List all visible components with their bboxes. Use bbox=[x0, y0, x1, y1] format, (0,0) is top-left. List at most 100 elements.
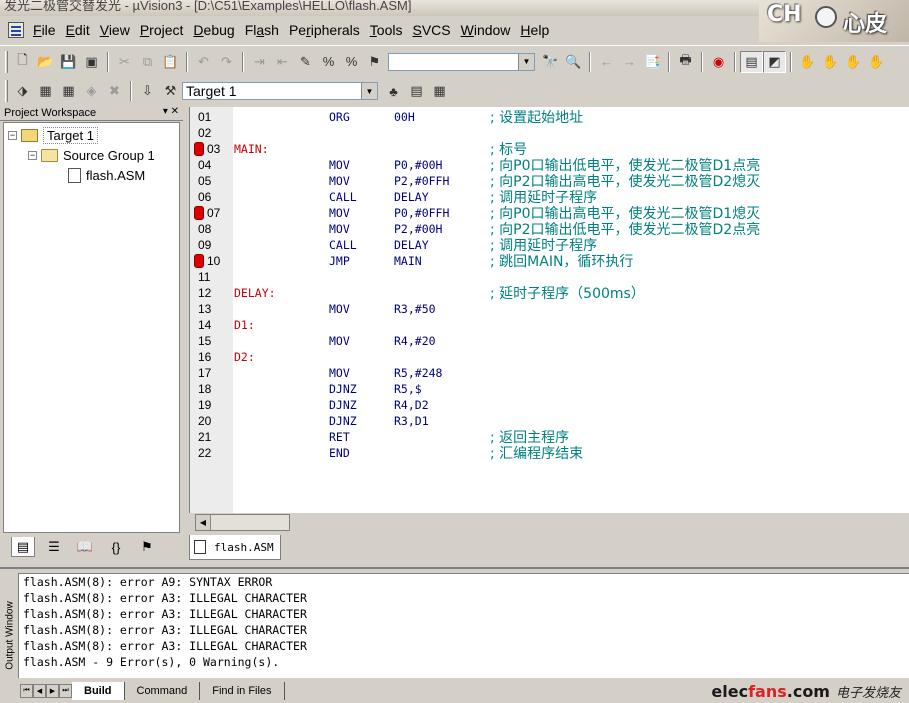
tree-item-file[interactable]: flash.ASM bbox=[68, 166, 145, 184]
line-number: 09 bbox=[198, 238, 212, 252]
prev-tab-icon[interactable]: ◀ bbox=[33, 684, 46, 698]
paste-icon[interactable]: 📋 bbox=[159, 51, 182, 73]
target-options-icon[interactable]: ⚒ bbox=[159, 80, 182, 102]
collapse-icon[interactable]: − bbox=[8, 130, 17, 140]
breakpoint-icon[interactable] bbox=[194, 142, 204, 156]
menu-file[interactable]: File bbox=[28, 22, 61, 38]
code-editor[interactable]: 01 ORG 00H; 设置起始地址 02 03 MAIN:; 标号 04 MOV P0,#00… bbox=[189, 107, 909, 513]
breakpoint-icon[interactable] bbox=[194, 206, 204, 220]
first-tab-icon[interactable]: ⏮ bbox=[20, 684, 33, 698]
workspace-controls[interactable]: ▾ ✕ bbox=[163, 106, 179, 117]
tree-item-target[interactable]: − Target 1 bbox=[8, 126, 98, 144]
cut-icon[interactable]: ✂ bbox=[113, 51, 136, 73]
menu-window[interactable]: Window bbox=[456, 22, 516, 38]
hand-icon[interactable]: ✋ bbox=[842, 51, 865, 73]
code-line[interactable]: 01 ORG 00H ; 设置起始地址 bbox=[190, 109, 909, 126]
tab-books-icon[interactable]: 📖 bbox=[73, 537, 97, 557]
menu-project[interactable]: Project bbox=[135, 22, 189, 38]
chevron-down-icon[interactable]: ▼ bbox=[518, 53, 534, 70]
new-file-icon[interactable]: 🗋 bbox=[11, 51, 34, 73]
breakpoint-icon[interactable] bbox=[194, 254, 204, 268]
output-window-icon[interactable]: ◩ bbox=[763, 50, 786, 73]
download-icon[interactable]: ⇩ bbox=[136, 80, 159, 102]
toolbar-grip[interactable] bbox=[5, 80, 8, 102]
tab-build[interactable]: Build bbox=[72, 682, 125, 700]
find-in-files-icon[interactable]: 🔍 bbox=[562, 51, 585, 73]
forward-icon[interactable]: → bbox=[618, 51, 641, 73]
hand-icon[interactable]: ✋ bbox=[865, 51, 888, 73]
code-opcode: DJNZ bbox=[329, 398, 357, 412]
menu-view[interactable]: View bbox=[95, 22, 135, 38]
unindent-icon[interactable]: ⇤ bbox=[271, 51, 294, 73]
rebuild-icon[interactable]: ▦ bbox=[57, 80, 80, 102]
tab-templates-icon[interactable]: ⚑ bbox=[135, 537, 159, 557]
bookmark-clear-icon[interactable]: ⚑ bbox=[363, 51, 386, 73]
stop-build-icon[interactable]: ✖ bbox=[103, 80, 126, 102]
code-line[interactable]: 10 JMP MAIN ; 跳回MAIN，循环执行 bbox=[190, 253, 909, 270]
tree-item-group[interactable]: − Source Group 1 bbox=[28, 146, 155, 164]
next-tab-icon[interactable]: ▶ bbox=[46, 684, 59, 698]
components-icon[interactable]: ♣ bbox=[382, 80, 405, 102]
redo-icon[interactable]: ↷ bbox=[215, 51, 238, 73]
batch-build-icon[interactable]: ◈ bbox=[80, 80, 103, 102]
find-icon[interactable]: 🔭 bbox=[539, 51, 562, 73]
code-line[interactable]: 02 bbox=[190, 125, 909, 141]
menu-debug[interactable]: Debug bbox=[188, 22, 239, 38]
tab-command[interactable]: Command bbox=[125, 682, 201, 700]
line-number: 15 bbox=[198, 334, 212, 348]
code-line[interactable]: 14 D1: bbox=[190, 317, 909, 333]
hand-icon[interactable]: ✋ bbox=[796, 51, 819, 73]
tab-functions-icon[interactable]: {} bbox=[104, 537, 128, 557]
code-line[interactable]: 13 MOV R3,#50 bbox=[190, 301, 909, 317]
app-menu-icon[interactable] bbox=[8, 22, 24, 38]
menu-flash[interactable]: Flash bbox=[240, 22, 284, 38]
find-combo[interactable]: ▼ bbox=[388, 52, 535, 71]
code-line[interactable]: 22 END ; 汇编程序结束 bbox=[190, 445, 909, 462]
hand-icon[interactable]: ✋ bbox=[819, 51, 842, 73]
bookmark-next-icon[interactable]: % bbox=[317, 51, 340, 73]
output-line: flash.ASM(8): error A3: ILLEGAL CHARACTE… bbox=[23, 623, 307, 637]
tab-flash-asm[interactable]: flash.ASM bbox=[189, 535, 281, 560]
last-tab-icon[interactable]: ⏭ bbox=[59, 684, 72, 698]
bookmark-prev-icon[interactable]: % bbox=[340, 51, 363, 73]
save-icon[interactable]: 💾 bbox=[57, 51, 80, 73]
menu-help[interactable]: Help bbox=[515, 22, 554, 38]
brand-cn: 电子发烧友 bbox=[835, 685, 901, 701]
copy-icon[interactable]: ⧉ bbox=[136, 51, 159, 73]
open-file-icon[interactable]: 📂 bbox=[34, 51, 57, 73]
code-line[interactable]: 15 MOV R4,#20 bbox=[190, 333, 909, 349]
toolbar-grip[interactable] bbox=[5, 50, 8, 73]
print-icon[interactable]: 🖶 bbox=[674, 51, 697, 73]
indent-icon[interactable]: ⇥ bbox=[248, 51, 271, 73]
translate-icon[interactable]: ⬗ bbox=[11, 80, 34, 102]
workspace-window-icon[interactable]: ▤ bbox=[740, 50, 763, 73]
undo-icon[interactable]: ↶ bbox=[192, 51, 215, 73]
menu-peripherals[interactable]: Peripherals bbox=[284, 22, 365, 38]
tab-regs-icon[interactable]: ☰ bbox=[42, 537, 66, 557]
horizontal-scrollbar[interactable]: ◀ bbox=[195, 514, 290, 531]
back-icon[interactable]: ← bbox=[595, 51, 618, 73]
menu-tools[interactable]: Tools bbox=[365, 22, 408, 38]
code-line[interactable]: 18 DJNZ R5,$ bbox=[190, 381, 909, 397]
output-text[interactable]: flash.ASM(8): error A9: SYNTAX ERROR flas… bbox=[18, 573, 909, 678]
save-all-icon[interactable]: ▣ bbox=[80, 51, 103, 73]
code-line[interactable]: 19 DJNZ R4,D2 bbox=[190, 397, 909, 413]
bookmark-toggle-icon[interactable]: ✎ bbox=[294, 51, 317, 73]
tab-find-in-files[interactable]: Find in Files bbox=[200, 682, 285, 700]
menu-edit[interactable]: Edit bbox=[61, 22, 95, 38]
code-line[interactable]: 17 MOV R5,#248 bbox=[190, 365, 909, 381]
debug-session-icon[interactable]: ◉ bbox=[707, 51, 730, 73]
tab-files-icon[interactable]: ▤ bbox=[11, 537, 35, 557]
chevron-down-icon[interactable]: ▼ bbox=[361, 83, 377, 99]
target-combo[interactable]: Target 1 ▼ bbox=[182, 82, 378, 100]
scroll-left-icon[interactable]: ◀ bbox=[196, 515, 211, 530]
manage-books-icon[interactable]: ▦ bbox=[428, 80, 451, 102]
menu-svcs[interactable]: SVCS bbox=[407, 22, 455, 38]
code-line[interactable]: 16 D2: bbox=[190, 349, 909, 365]
app-window: { "window": { "title": "发光二极管交替发光 - µVis… bbox=[0, 0, 909, 703]
file-extensions-icon[interactable]: ▤ bbox=[405, 80, 428, 102]
code-line[interactable]: 12 DELAY: ; 延时子程序（500ms） bbox=[190, 285, 909, 302]
build-icon[interactable]: ▦ bbox=[34, 80, 57, 102]
browse-icon[interactable]: 📑 bbox=[641, 51, 664, 73]
collapse-icon[interactable]: − bbox=[28, 150, 37, 160]
